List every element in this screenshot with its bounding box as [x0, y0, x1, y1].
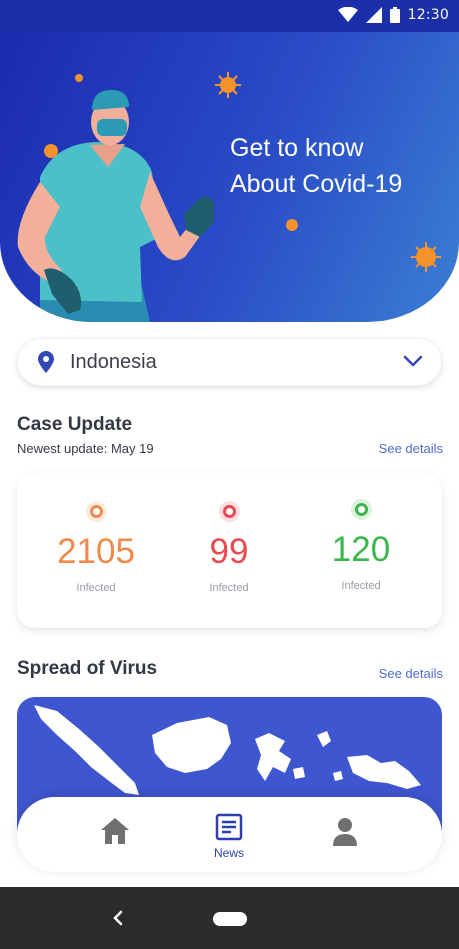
status-dot-red	[222, 505, 236, 518]
nav-news-label: News	[213, 846, 244, 860]
stat-value: 120	[331, 530, 391, 569]
status-dot-orange	[89, 505, 103, 518]
status-time: 12:30	[407, 7, 449, 23]
hero-title-line2: About Covid-19	[230, 170, 403, 198]
location-pin-icon	[38, 351, 54, 373]
stat-label: Infected	[209, 582, 249, 594]
virus-icon	[411, 242, 441, 272]
hero-title: Get to know About Covid-19	[230, 130, 440, 202]
spread-title: Spread of Virus	[17, 658, 158, 679]
hero-banner: Get to know About Covid-19	[0, 32, 459, 322]
wifi-icon	[337, 7, 358, 22]
stat-value: 2105	[57, 532, 135, 571]
nav-home[interactable]	[85, 817, 145, 849]
stat-infected-1: 2105 Infected	[36, 505, 156, 594]
status-bar: 12:30	[0, 0, 459, 32]
status-dot-green	[354, 503, 368, 516]
hero-title-line1: Get to know	[230, 134, 364, 162]
signal-icon	[365, 7, 382, 23]
back-icon[interactable]	[112, 909, 124, 927]
system-navigation-bar	[0, 887, 459, 949]
spread-see-details-link[interactable]: See details	[379, 666, 443, 681]
home-icon	[101, 818, 129, 844]
stat-value: 99	[209, 532, 249, 571]
profile-icon	[333, 818, 357, 846]
country-label: Indonesia	[70, 351, 157, 373]
newest-update-text: Newest update: May 19	[17, 441, 154, 456]
nav-profile[interactable]	[315, 817, 375, 851]
stat-label: Infected	[76, 582, 116, 594]
home-pill-button[interactable]	[213, 912, 247, 926]
case-see-details-link[interactable]: See details	[379, 441, 443, 456]
doctor-illustration	[17, 74, 214, 322]
case-update-title: Case Update	[17, 414, 133, 435]
stat-infected-3: 120 Infected	[301, 503, 421, 592]
stat-infected-2: 99 Infected	[169, 505, 289, 594]
nav-news[interactable]: News	[199, 813, 259, 860]
stat-label: Infected	[341, 580, 381, 592]
virus-icon	[215, 72, 241, 98]
chevron-down-icon	[403, 355, 423, 367]
country-dropdown[interactable]: Indonesia	[17, 338, 442, 386]
battery-icon	[389, 7, 400, 23]
virus-icon	[286, 219, 298, 231]
case-stats-card: 2105 Infected 99 Infected 120 Infected	[17, 473, 442, 628]
news-icon	[215, 813, 243, 841]
bottom-navigation: News	[17, 797, 442, 872]
